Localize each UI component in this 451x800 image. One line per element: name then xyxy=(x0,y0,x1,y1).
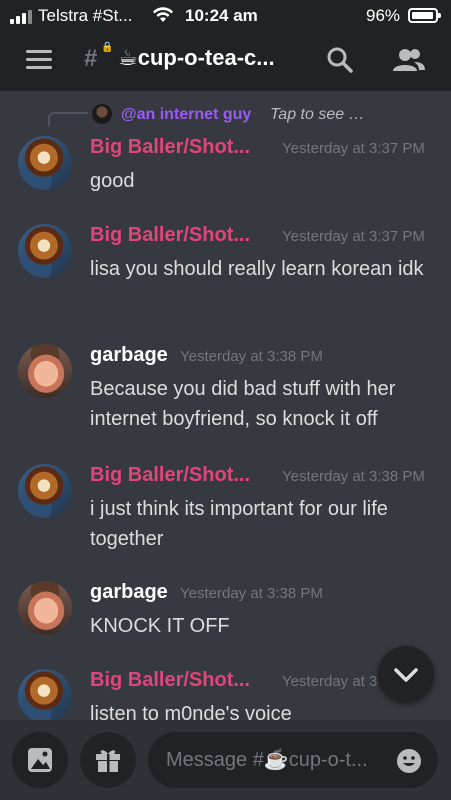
emoji-button[interactable] xyxy=(396,748,422,774)
message-timestamp: Yesterday at 3 xyxy=(282,673,378,690)
lock-icon: 🔒 xyxy=(101,42,114,53)
message-author[interactable]: garbage xyxy=(90,344,168,367)
message-text: KNOCK IT OFF xyxy=(90,615,230,637)
message-author[interactable]: garbage xyxy=(90,581,168,604)
message-author[interactable]: Big Baller/Shot... xyxy=(90,224,250,247)
avatar[interactable] xyxy=(18,581,72,635)
avatar[interactable] xyxy=(18,136,72,190)
wifi-icon xyxy=(152,6,174,29)
reply-reference[interactable]: @an internet guy Tap to see … xyxy=(48,102,448,126)
message-timestamp: Yesterday at 3:37 PM xyxy=(282,228,425,245)
jump-to-bottom-button[interactable] xyxy=(378,646,434,702)
status-bar: Telstra #St... 10:24 am 96% xyxy=(0,0,451,32)
avatar[interactable] xyxy=(18,669,72,720)
message-author[interactable]: Big Baller/Shot... xyxy=(90,464,250,487)
image-upload-icon xyxy=(28,748,52,772)
battery-icon xyxy=(408,8,441,23)
message-composer xyxy=(0,720,451,800)
chevron-down-icon xyxy=(394,668,418,682)
message-timestamp: Yesterday at 3:37 PM xyxy=(282,140,425,157)
channel-hash-icon: # xyxy=(84,45,98,72)
battery-percent: 96% xyxy=(366,6,401,25)
avatar xyxy=(92,104,112,124)
gift-icon xyxy=(96,750,120,772)
image-upload-button[interactable] xyxy=(12,732,68,788)
members-icon[interactable] xyxy=(392,44,425,76)
message-author[interactable]: Big Baller/Shot... xyxy=(90,669,250,692)
message-input[interactable] xyxy=(148,732,438,788)
message-text: good xyxy=(90,170,135,192)
hamburger-menu-icon[interactable] xyxy=(26,50,52,70)
message-text: Because you did bad stuff with her inter… xyxy=(90,378,396,430)
avatar[interactable] xyxy=(18,464,72,518)
avatar[interactable] xyxy=(18,224,72,278)
message-timestamp: Yesterday at 3:38 PM xyxy=(180,585,323,602)
reply-username[interactable]: @an internet guy xyxy=(121,106,251,124)
emoji-icon xyxy=(397,749,421,773)
message-text: lisa you should really learn korean idk xyxy=(90,258,424,280)
search-icon[interactable] xyxy=(324,44,356,76)
carrier-label: Telstra #St... xyxy=(38,6,133,25)
message-timestamp: Yesterday at 3:38 PM xyxy=(180,348,323,365)
message-list[interactable]: @an internet guy Tap to see … Big Baller… xyxy=(0,90,451,720)
signal-icon xyxy=(10,10,34,24)
message-timestamp: Yesterday at 3:38 PM xyxy=(282,468,425,485)
channel-name[interactable]: ☕cup-o-tea-c... xyxy=(118,45,298,71)
message-text: i just think its important for our life … xyxy=(90,498,388,550)
reply-preview[interactable]: Tap to see … xyxy=(270,106,365,124)
message-text: listen to m0nde's voice xyxy=(90,703,292,720)
reply-connector xyxy=(48,112,88,126)
avatar[interactable] xyxy=(18,344,72,398)
gift-button[interactable] xyxy=(80,732,136,788)
clock: 10:24 am xyxy=(185,6,258,25)
channel-header: # 🔒 ☕cup-o-tea-c... xyxy=(0,32,451,90)
message-author[interactable]: Big Baller/Shot... xyxy=(90,136,250,159)
